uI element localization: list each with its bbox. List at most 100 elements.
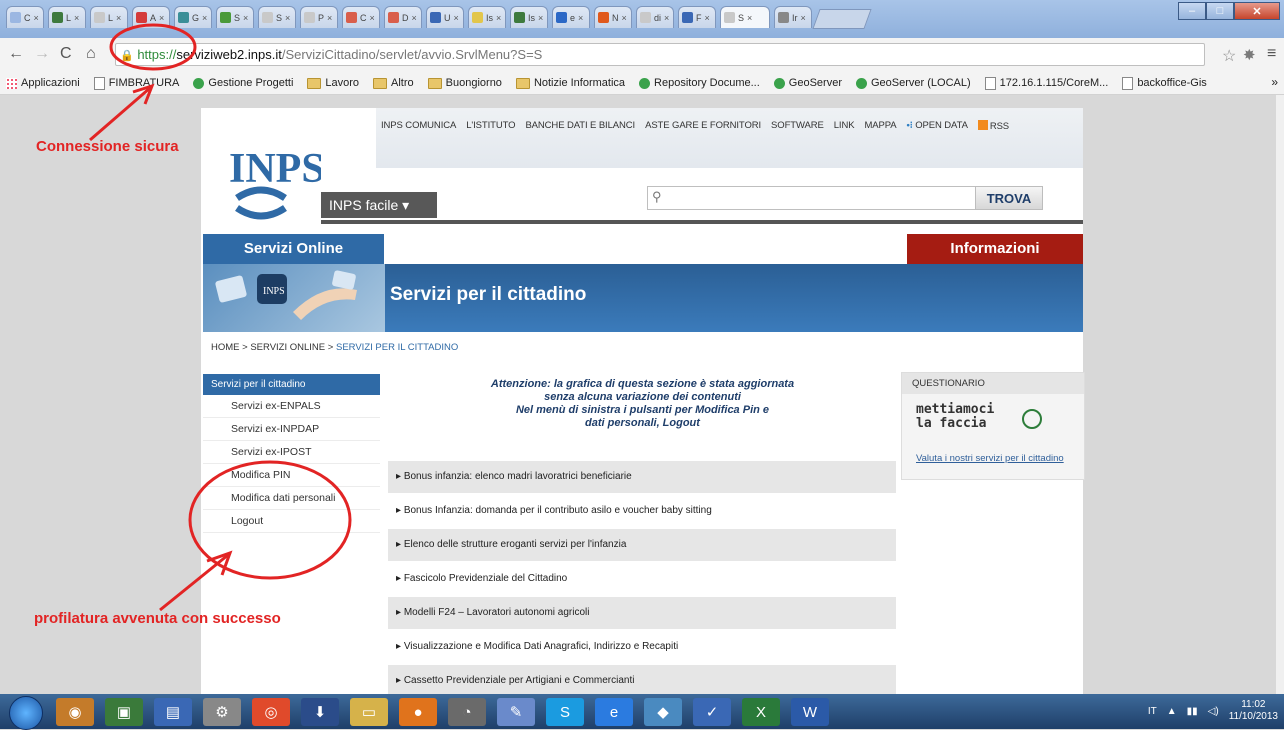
bookmark-item[interactable]: backoffice-Gis	[1122, 76, 1207, 90]
tab-close-icon[interactable]: ×	[454, 13, 459, 23]
tab-servizi-online[interactable]: Servizi Online	[203, 234, 384, 264]
leftnav-item[interactable]: Servizi ex-INPDAP	[203, 418, 380, 441]
paint-icon[interactable]: ✎	[497, 698, 535, 726]
tab-close-icon[interactable]: ×	[116, 13, 121, 23]
menu-icon[interactable]: ≡	[1267, 45, 1276, 63]
leftnav-header[interactable]: Servizi per il cittadino	[203, 374, 380, 395]
editor-icon[interactable]: ✓	[693, 698, 731, 726]
leftnav-item[interactable]: Logout	[203, 510, 380, 533]
forward-arrow-icon[interactable]: →	[34, 45, 50, 63]
top-link[interactable]: LINK	[834, 120, 855, 132]
tray-arrow-icon[interactable]: ▲	[1167, 706, 1177, 717]
browser-tab[interactable]: U ×	[426, 6, 464, 28]
network-tool-icon[interactable]: ▤	[154, 698, 192, 726]
word-icon[interactable]: W	[791, 698, 829, 726]
skype-icon[interactable]: S	[546, 698, 584, 726]
bookmarks-more-button[interactable]: »	[1271, 75, 1278, 89]
browser-tab[interactable]: L ×	[90, 6, 128, 28]
bookmark-item[interactable]: Repository Docume...	[639, 77, 760, 89]
service-link[interactable]: ▸ Visualizzazione e Modifica Dati Anagra…	[388, 631, 896, 663]
leftnav-item[interactable]: Modifica dati personali	[203, 487, 380, 510]
browser-tab[interactable]: di ×	[636, 6, 674, 28]
tab-close-icon[interactable]: ×	[412, 13, 417, 23]
browser-tab[interactable]: L ×	[48, 6, 86, 28]
desktop-icon[interactable]: ▣	[105, 698, 143, 726]
tab-close-icon[interactable]: ×	[243, 13, 248, 23]
top-link[interactable]: •⁝ OPEN DATA	[907, 120, 968, 132]
extension-icon[interactable]: ✸	[1243, 46, 1256, 64]
new-tab-button[interactable]	[812, 9, 872, 29]
service-link[interactable]: ▸ Bonus infanzia: elenco madri lavoratri…	[388, 461, 896, 493]
tab-close-icon[interactable]: ×	[159, 13, 164, 23]
tab-informazioni[interactable]: Informazioni	[907, 234, 1083, 264]
browser-tab[interactable]: e ×	[552, 6, 590, 28]
browser-tab[interactable]: S ×	[258, 6, 296, 28]
folder-explorer-icon[interactable]: ▭	[350, 698, 388, 726]
tab-close-icon[interactable]: ×	[538, 13, 543, 23]
breadcrumb-home[interactable]: HOME	[211, 342, 240, 353]
tab-close-icon[interactable]: ×	[578, 13, 583, 23]
bookmark-item[interactable]: Notizie Informatica	[515, 77, 625, 89]
url-input[interactable]: 🔒 https://serviziweb2.inps.it/ServiziCit…	[115, 43, 1205, 66]
search-input[interactable]: ⚲	[647, 186, 977, 210]
leftnav-item[interactable]: Servizi ex-IPOST	[203, 441, 380, 464]
bookmark-item[interactable]: Gestione Progetti	[193, 77, 293, 89]
service-link[interactable]: ▸ Cassetto Previdenziale per Artigiani e…	[388, 665, 896, 694]
vlc-icon[interactable]: ◔	[448, 698, 486, 726]
service-link[interactable]: ▸ Elenco delle strutture eroganti serviz…	[388, 529, 896, 561]
tab-close-icon[interactable]: ×	[496, 13, 501, 23]
bookmark-item[interactable]: 172.16.1.115/CoreM...	[984, 76, 1108, 90]
firefox-icon[interactable]: ●	[399, 698, 437, 726]
bookmark-item[interactable]: Lavoro	[307, 77, 359, 89]
bookmark-item[interactable]: Altro	[373, 77, 414, 89]
tab-close-icon[interactable]: ×	[801, 13, 806, 23]
tab-close-icon[interactable]: ×	[74, 13, 79, 23]
tab-close-icon[interactable]: ×	[747, 13, 752, 23]
browser-tab[interactable]: S ×	[720, 6, 770, 28]
close-window-button[interactable]: ✕	[1234, 2, 1280, 20]
top-link[interactable]: SOFTWARE	[771, 120, 824, 132]
volume-icon[interactable]: ◁)	[1208, 706, 1219, 717]
browser-tab[interactable]: G ×	[174, 6, 212, 28]
browser-tab[interactable]: Is ×	[468, 6, 506, 28]
bookmark-item[interactable]: GeoServer (LOCAL)	[856, 77, 971, 89]
app-icon[interactable]: ◆	[644, 698, 682, 726]
bookmark-item[interactable]: Applicazioni	[6, 77, 80, 89]
service-link[interactable]: ▸ Modelli F24 – Lavoratori autonomi agri…	[388, 597, 896, 629]
browser-tab[interactable]: A ×	[132, 6, 170, 28]
browser-tab[interactable]: F ×	[678, 6, 716, 28]
browser-tab[interactable]: Ir ×	[774, 6, 812, 28]
start-button[interactable]	[9, 696, 43, 730]
clock[interactable]: 11:02 11/10/2013	[1229, 699, 1278, 723]
browser-tab[interactable]: P ×	[300, 6, 338, 28]
ie-icon[interactable]: e	[595, 698, 633, 726]
breadcrumb-servizi-online[interactable]: SERVIZI ONLINE	[250, 342, 325, 353]
browser-tab[interactable]: Is ×	[510, 6, 548, 28]
tab-close-icon[interactable]: ×	[370, 13, 375, 23]
download-icon[interactable]: ⬇	[301, 698, 339, 726]
reload-icon[interactable]: C	[60, 45, 72, 63]
bookmark-item[interactable]: GeoServer	[773, 77, 842, 89]
browser-tab[interactable]: C ×	[342, 6, 380, 28]
tab-close-icon[interactable]: ×	[327, 13, 332, 23]
top-link[interactable]: MAPPA	[864, 120, 896, 132]
bookmark-item[interactable]: Buongiorno	[427, 77, 502, 89]
home-icon[interactable]: ⌂	[86, 45, 96, 63]
browser-tab[interactable]: D ×	[384, 6, 422, 28]
tab-close-icon[interactable]: ×	[664, 13, 669, 23]
tab-close-icon[interactable]: ×	[34, 13, 39, 23]
network-icon[interactable]: ▮▮	[1187, 706, 1198, 717]
settings-gear-icon[interactable]: ⚙	[203, 698, 241, 726]
service-link[interactable]: ▸ Fascicolo Previdenziale del Cittadino	[388, 563, 896, 595]
trova-button[interactable]: TROVA	[975, 186, 1043, 210]
tab-close-icon[interactable]: ×	[705, 13, 710, 23]
bookmark-item[interactable]: FIMBRATURA	[93, 76, 179, 90]
leftnav-item[interactable]: Modifica PIN	[203, 464, 380, 487]
tab-close-icon[interactable]: ×	[622, 13, 627, 23]
top-link[interactable]: BANCHE DATI E BILANCI	[525, 120, 635, 132]
top-link[interactable]: INPS COMUNICA	[381, 120, 456, 132]
bookmark-star-icon[interactable]: ☆	[1222, 46, 1236, 66]
excel-icon[interactable]: X	[742, 698, 780, 726]
language-indicator[interactable]: IT	[1148, 706, 1157, 717]
inps-facile-dropdown[interactable]: INPS facile ▾	[321, 192, 437, 218]
